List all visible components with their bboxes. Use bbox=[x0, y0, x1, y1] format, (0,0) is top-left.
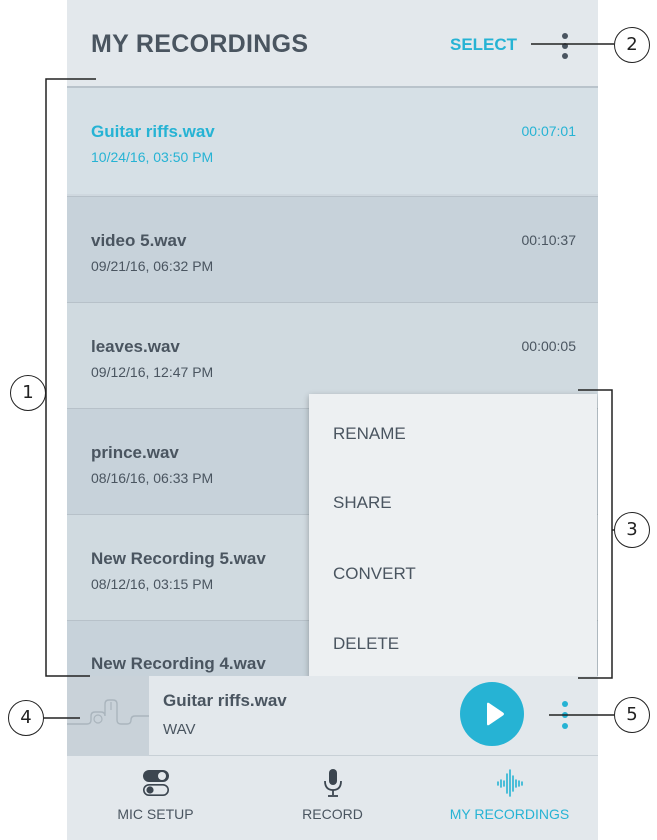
list-bracket bbox=[45, 78, 96, 677]
menu-bracket bbox=[578, 389, 613, 679]
callout-1: 1 bbox=[10, 375, 46, 411]
callout-5: 5 bbox=[614, 697, 650, 733]
callout-3: 3 bbox=[614, 512, 650, 548]
callout-2: 2 bbox=[614, 27, 650, 63]
callout-4: 4 bbox=[8, 700, 44, 736]
annotation-overlay bbox=[28, 43, 614, 719]
